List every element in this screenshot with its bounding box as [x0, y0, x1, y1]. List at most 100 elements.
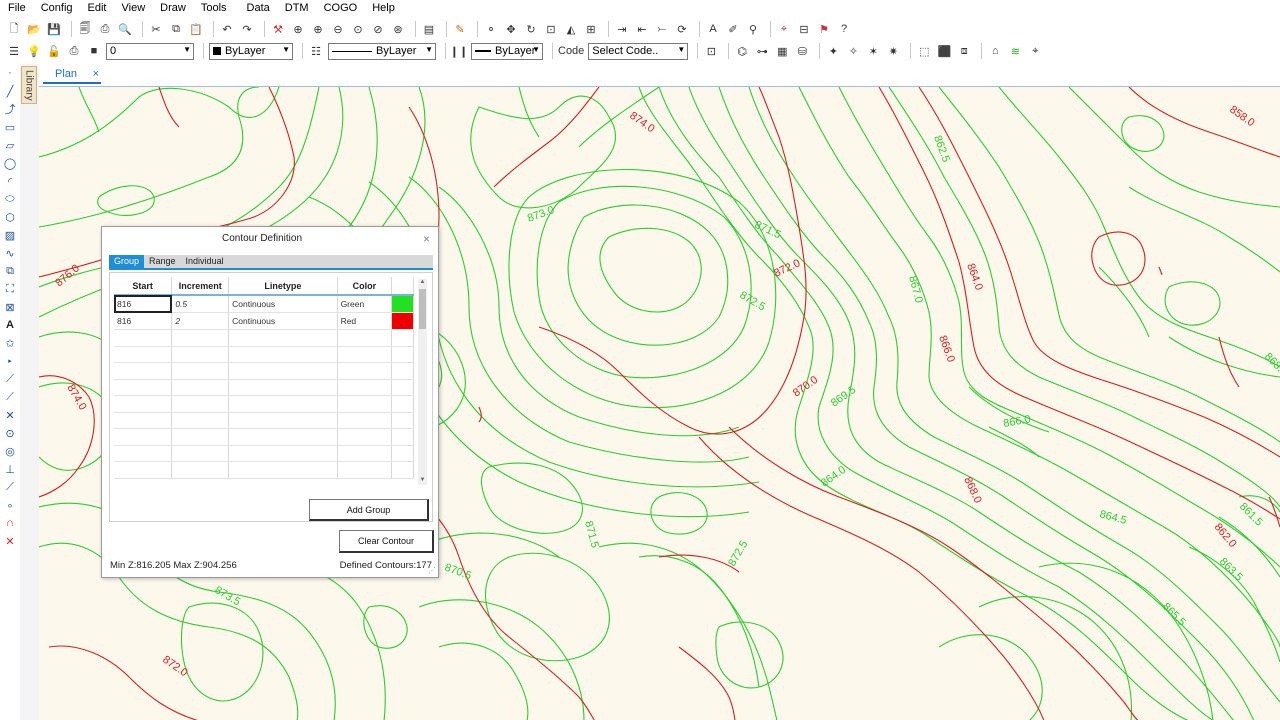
line-icon[interactable]: ╱ [0, 82, 20, 100]
scroll-up-icon[interactable]: ▲ [418, 279, 427, 287]
color-swatch-cell[interactable] [391, 295, 414, 313]
cut-icon[interactable]: ✂ [148, 21, 164, 37]
measure-icon[interactable]: ⊟ [796, 21, 812, 37]
empty-row[interactable] [114, 329, 414, 347]
flag-icon[interactable]: ⚑ [816, 21, 832, 37]
lineweight-icon[interactable]: ❙❙ [450, 43, 468, 59]
snap-endpoint-icon[interactable]: ⟋ [0, 370, 20, 388]
array-icon[interactable]: ⊞ [583, 21, 599, 37]
zoom-realtime-icon[interactable]: ⊛ [390, 21, 406, 37]
menu-config[interactable]: Config [41, 1, 73, 15]
tab-range[interactable]: Range [144, 255, 181, 268]
linetype-cell[interactable]: Continuous [228, 295, 338, 313]
extend-icon[interactable]: ⇥ [614, 21, 630, 37]
trim-icon[interactable]: ⇤ [634, 21, 650, 37]
tab-individual[interactable]: Individual [181, 255, 229, 268]
circle-icon[interactable]: ◯ [0, 154, 20, 172]
layer-dropdown[interactable]: 0 ▼ [106, 42, 194, 60]
layer-manager-icon[interactable]: ▤ [421, 21, 437, 37]
line-tool-icon[interactable]: ⊶ [754, 43, 770, 59]
menu-file[interactable]: File [8, 1, 26, 15]
hatch-icon[interactable]: ▨ [0, 226, 20, 244]
snap-icon[interactable]: ⚬ [483, 21, 499, 37]
table-scrollbar[interactable]: ▲ ▼ [418, 279, 427, 485]
empty-row[interactable] [114, 362, 414, 380]
code-dropdown[interactable]: Select Code.. ▼ [588, 42, 689, 60]
tab-plan[interactable]: Plan × [43, 66, 101, 84]
scroll-thumb[interactable] [419, 289, 426, 329]
menu-view[interactable]: View [122, 1, 146, 15]
snap-quadrant-icon[interactable]: ◎ [0, 442, 20, 460]
bulb-icon[interactable]: 💡 [26, 43, 42, 59]
hexagon-icon[interactable]: ⬡ [0, 208, 20, 226]
inspect-icon[interactable]: ⚲ [745, 21, 761, 37]
rectangle-icon[interactable]: ▭ [0, 118, 20, 136]
magnet-icon[interactable]: ∩ [0, 514, 20, 532]
ellipse-icon[interactable]: ⬭ [0, 190, 20, 208]
point-icon[interactable]: · [0, 64, 20, 82]
region-icon[interactable]: ⛶ [0, 280, 20, 298]
resize-grip-icon[interactable]: ⋰ [428, 566, 436, 575]
new-file-icon[interactable]: 🗋 [6, 21, 22, 37]
snap-node-icon[interactable]: ∘ [0, 496, 20, 514]
find-icon[interactable]: 🔍 [117, 21, 133, 37]
block-icon[interactable]: ⧉ [0, 262, 20, 280]
polygon-icon[interactable]: ▱ [0, 136, 20, 154]
menu-tools[interactable]: Tools [201, 1, 227, 15]
snap-midpoint-icon[interactable]: ⟋ [0, 388, 20, 406]
add-group-button[interactable]: Add Group [309, 499, 429, 521]
lineweight-dropdown[interactable]: ByLayer ▼ [471, 42, 543, 60]
empty-row[interactable] [114, 395, 414, 413]
frame-icon[interactable]: ⊡ [703, 43, 719, 59]
linetype-dropdown[interactable]: ByLayer ▼ [328, 42, 436, 60]
arc-icon[interactable]: ◜ [0, 172, 20, 190]
zoom-in-icon[interactable]: ⊕ [310, 21, 326, 37]
empty-row[interactable] [114, 461, 414, 479]
color-dropdown[interactable]: ByLayer ▼ [209, 42, 293, 60]
menu-dtm[interactable]: DTM [285, 1, 309, 15]
select-icon[interactable]: ⬚ [916, 43, 932, 59]
increment-cell[interactable]: 0.5 [171, 295, 230, 313]
snap-perpendicular-icon[interactable]: ⊥ [0, 460, 20, 478]
lock-icon[interactable]: 🔓 [46, 43, 62, 59]
print-preview-icon[interactable]: 🗐 [77, 21, 93, 37]
empty-row[interactable] [114, 412, 414, 429]
empty-row[interactable] [114, 445, 414, 462]
zoom-previous-icon[interactable]: ⊘ [370, 21, 386, 37]
zoom-out-icon[interactable]: ⊖ [330, 21, 346, 37]
library-tab[interactable]: Library [21, 66, 37, 104]
snap-intersection-icon[interactable]: ✕ [0, 406, 20, 424]
move-icon[interactable]: ✥ [503, 21, 519, 37]
offset-icon[interactable]: ⟳ [674, 21, 690, 37]
zoom-window-icon[interactable]: ⊕ [290, 21, 306, 37]
snap-point-icon[interactable]: ✦ [825, 43, 841, 59]
polyline-icon[interactable]: ⤴ [0, 100, 20, 118]
menu-data[interactable]: Data [247, 1, 270, 15]
snap-center-icon[interactable]: ⊙ [0, 424, 20, 442]
open-folder-icon[interactable]: 📂 [26, 21, 42, 37]
menu-draw[interactable]: Draw [160, 1, 186, 15]
printer-layer-icon[interactable]: ⎙ [66, 43, 82, 59]
copy-icon[interactable]: ⧉ [168, 21, 184, 37]
star-icon[interactable]: ✩ [0, 334, 20, 352]
spline-icon[interactable]: ∿ [0, 244, 20, 262]
save-icon[interactable]: 💾 [46, 21, 62, 37]
redo-icon[interactable]: ↷ [239, 21, 255, 37]
text-edit-icon[interactable]: A [705, 21, 721, 37]
edit-tools-icon[interactable]: ✐ [725, 21, 741, 37]
snap-line-icon[interactable]: ✧ [845, 43, 861, 59]
grid-tool-icon[interactable]: ▦ [774, 43, 790, 59]
pen-icon[interactable]: ✎ [452, 21, 468, 37]
clear-contour-button[interactable]: Clear Contour [339, 530, 434, 553]
empty-row[interactable] [114, 346, 414, 363]
undo-icon[interactable]: ↶ [219, 21, 235, 37]
color-swatch-cell[interactable] [391, 312, 414, 330]
contour-icon[interactable]: ≋ [1007, 43, 1023, 59]
linetype-icon[interactable]: ☷ [308, 43, 324, 59]
scale-icon[interactable]: ⊡ [543, 21, 559, 37]
rotate-icon[interactable]: ↻ [523, 21, 539, 37]
query-icon[interactable]: ? [836, 21, 852, 37]
menu-edit[interactable]: Edit [88, 1, 107, 15]
select-group-icon[interactable]: ⧈ [956, 43, 972, 59]
xyz-point-icon[interactable]: ⌖ [776, 21, 792, 37]
